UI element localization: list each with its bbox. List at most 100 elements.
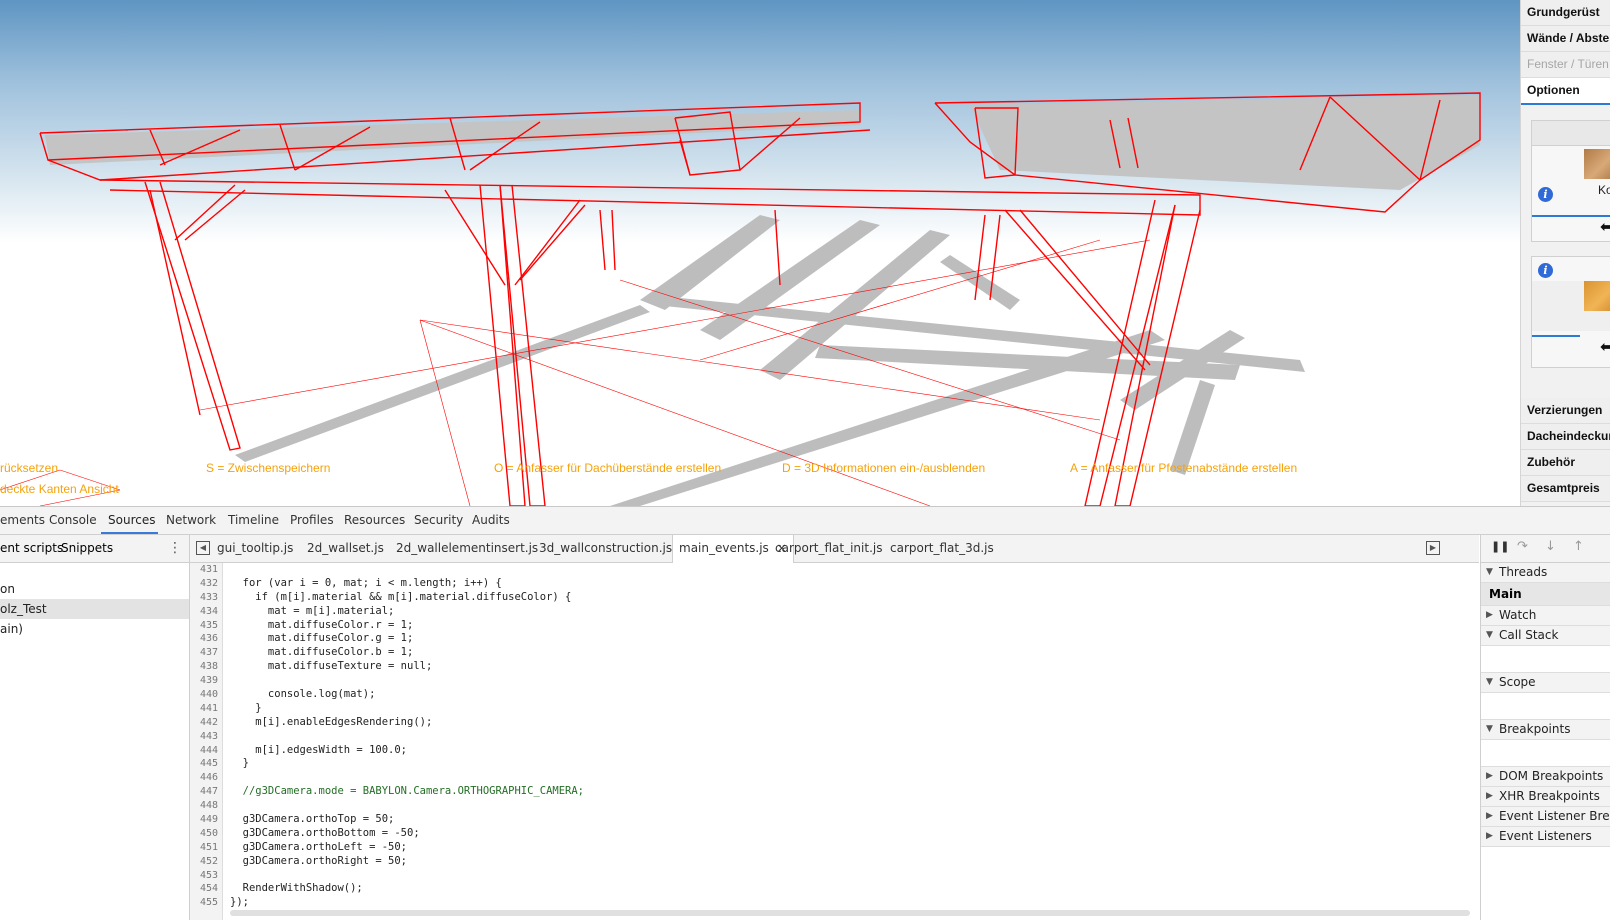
- menu-gesamtpreis[interactable]: Gesamtpreis: [1521, 476, 1610, 502]
- menu-grundgeruest[interactable]: Grundgerüst: [1521, 0, 1610, 26]
- tab-elements[interactable]: ements: [0, 507, 45, 534]
- tab-timeline[interactable]: Timeline: [228, 507, 279, 534]
- step-out-icon[interactable]: ↑: [1573, 539, 1584, 554]
- code-line: mat.diffuseColor.r = 1;: [230, 618, 414, 631]
- toggle-navigator-icon[interactable]: ◀: [196, 541, 210, 555]
- collapsed-triangle-icon: ▶: [1486, 791, 1493, 801]
- code-line: mat.diffuseColor.b = 1;: [230, 646, 414, 659]
- navigator-pane: ent scripts Snippets ⋮ on olz_Test ain): [0, 535, 190, 920]
- tree-item-selected[interactable]: olz_Test: [0, 599, 189, 619]
- hint-roof-handles: O = Anfasser für Dachüberstände erstelle…: [494, 461, 722, 475]
- line-number[interactable]: 445: [190, 757, 222, 771]
- option-card-2: i ⬅: [1531, 256, 1610, 368]
- tab-profiles[interactable]: Profiles: [290, 507, 334, 534]
- line-number[interactable]: 435: [190, 619, 222, 633]
- line-number[interactable]: 433: [190, 591, 222, 605]
- line-number[interactable]: 446: [190, 771, 222, 785]
- line-number[interactable]: 437: [190, 646, 222, 660]
- code-area[interactable]: for (var i = 0, mat; i < m.length; i++) …: [230, 563, 1470, 920]
- file-tab[interactable]: 3d_wallconstruction.js: [539, 535, 672, 562]
- code-line: m[i].edgesWidth = 100.0;: [230, 743, 408, 756]
- step-over-icon[interactable]: ↷: [1517, 539, 1528, 554]
- line-number[interactable]: 436: [190, 632, 222, 646]
- line-number[interactable]: 451: [190, 841, 222, 855]
- wood-swatch[interactable]: [1584, 281, 1610, 311]
- thread-main[interactable]: Main: [1481, 583, 1610, 606]
- code-line: mat.diffuseTexture = null;: [230, 660, 433, 673]
- wood-swatch[interactable]: [1584, 149, 1610, 179]
- line-number[interactable]: 452: [190, 855, 222, 869]
- line-number[interactable]: 441: [190, 702, 222, 716]
- hint-save: S = Zwischenspeichern: [206, 461, 331, 475]
- tab-audits[interactable]: Audits: [472, 507, 510, 534]
- menu-fenster[interactable]: Fenster / Türen: [1521, 52, 1610, 78]
- tab-sources[interactable]: Sources: [108, 507, 155, 534]
- line-number[interactable]: 454: [190, 882, 222, 896]
- tab-content-scripts[interactable]: ent scripts: [0, 535, 63, 562]
- line-number[interactable]: 439: [190, 674, 222, 688]
- tree-item[interactable]: on: [0, 579, 189, 599]
- menu-zubehoer[interactable]: Zubehör: [1521, 450, 1610, 476]
- tab-console[interactable]: Console: [49, 507, 97, 534]
- line-number[interactable]: 455: [190, 896, 222, 910]
- file-tab[interactable]: gui_tooltip.js: [217, 535, 293, 562]
- file-tab[interactable]: carport_flat_init.js: [775, 535, 882, 562]
- step-into-icon[interactable]: ↓: [1545, 539, 1556, 554]
- code-comment-line: //g3DCamera.mode = BABYLON.Camera.ORTHOG…: [230, 785, 585, 798]
- menu-waende[interactable]: Wände / Abstel: [1521, 26, 1610, 52]
- arrow-left-icon[interactable]: ⬅: [1600, 337, 1610, 357]
- section-event-listener-breakpoints[interactable]: ▶Event Listener Breakp: [1481, 807, 1610, 827]
- expanded-triangle-icon: ▼: [1486, 724, 1493, 734]
- line-number[interactable]: 440: [190, 688, 222, 702]
- toggle-debugger-icon[interactable]: ▶: [1426, 541, 1440, 555]
- tab-resources[interactable]: Resources: [344, 507, 405, 534]
- carport-3d-scene[interactable]: [0, 0, 1520, 506]
- tab-security[interactable]: Security: [414, 507, 463, 534]
- info-icon[interactable]: i: [1538, 187, 1553, 202]
- menu-verzierungen[interactable]: Verzierungen: [1521, 398, 1610, 424]
- line-number[interactable]: 431: [190, 563, 222, 577]
- section-event-listeners[interactable]: ▶ Event Listeners: [1481, 827, 1610, 847]
- arrow-left-icon[interactable]: ⬅: [1600, 217, 1610, 237]
- collapsed-triangle-icon: ▶: [1486, 811, 1493, 821]
- tab-snippets[interactable]: Snippets: [61, 535, 113, 562]
- line-number[interactable]: 453: [190, 869, 222, 883]
- 3d-viewport[interactable]: rücksetzen S = Zwischenspeichern O = Anf…: [0, 0, 1520, 506]
- line-number[interactable]: 438: [190, 660, 222, 674]
- line-number[interactable]: 434: [190, 605, 222, 619]
- menu-optionen[interactable]: Optionen: [1521, 78, 1610, 105]
- line-number[interactable]: 444: [190, 744, 222, 758]
- line-number-gutter: 431 432 433 434 435 436 437 438 439 440 …: [190, 563, 223, 920]
- code-line: }: [230, 757, 249, 770]
- horizontal-scrollbar[interactable]: [230, 910, 1470, 916]
- tab-network[interactable]: Network: [166, 507, 216, 534]
- section-scope[interactable]: ▼ Scope: [1481, 673, 1610, 693]
- line-number[interactable]: 448: [190, 799, 222, 813]
- line-number[interactable]: 432: [190, 577, 222, 591]
- active-tab-indicator: [101, 532, 158, 534]
- section-breakpoints[interactable]: ▼ Breakpoints: [1481, 720, 1610, 740]
- section-xhr-breakpoints[interactable]: ▶ XHR Breakpoints: [1481, 787, 1610, 807]
- line-number[interactable]: 442: [190, 716, 222, 730]
- file-tab[interactable]: 2d_wallset.js: [307, 535, 384, 562]
- line-number[interactable]: 450: [190, 827, 222, 841]
- section-watch[interactable]: ▶ Watch: [1481, 606, 1610, 626]
- tree-item[interactable]: ain): [0, 619, 189, 639]
- line-number[interactable]: 449: [190, 813, 222, 827]
- info-icon[interactable]: i: [1538, 263, 1553, 278]
- line-number[interactable]: 447: [190, 785, 222, 799]
- section-threads[interactable]: ▼ Threads: [1481, 563, 1610, 583]
- section-dom-breakpoints[interactable]: ▶ DOM Breakpoints: [1481, 767, 1610, 787]
- code-line: RenderWithShadow();: [230, 882, 363, 895]
- section-call-stack[interactable]: ▼ Call Stack: [1481, 626, 1610, 646]
- more-options-icon[interactable]: ⋮: [168, 535, 182, 562]
- menu-dacheindeckung[interactable]: Dacheindeckun: [1521, 424, 1610, 450]
- line-number[interactable]: 443: [190, 730, 222, 744]
- hint-post-handles: A = Anfasser für Pfostenabstände erstell…: [1070, 461, 1298, 475]
- collapsed-triangle-icon: ▶: [1486, 831, 1493, 841]
- file-tab[interactable]: carport_flat_3d.js: [890, 535, 994, 562]
- file-tab[interactable]: 2d_wallelementinsert.js: [396, 535, 538, 562]
- pause-icon[interactable]: ❚❚: [1491, 540, 1509, 553]
